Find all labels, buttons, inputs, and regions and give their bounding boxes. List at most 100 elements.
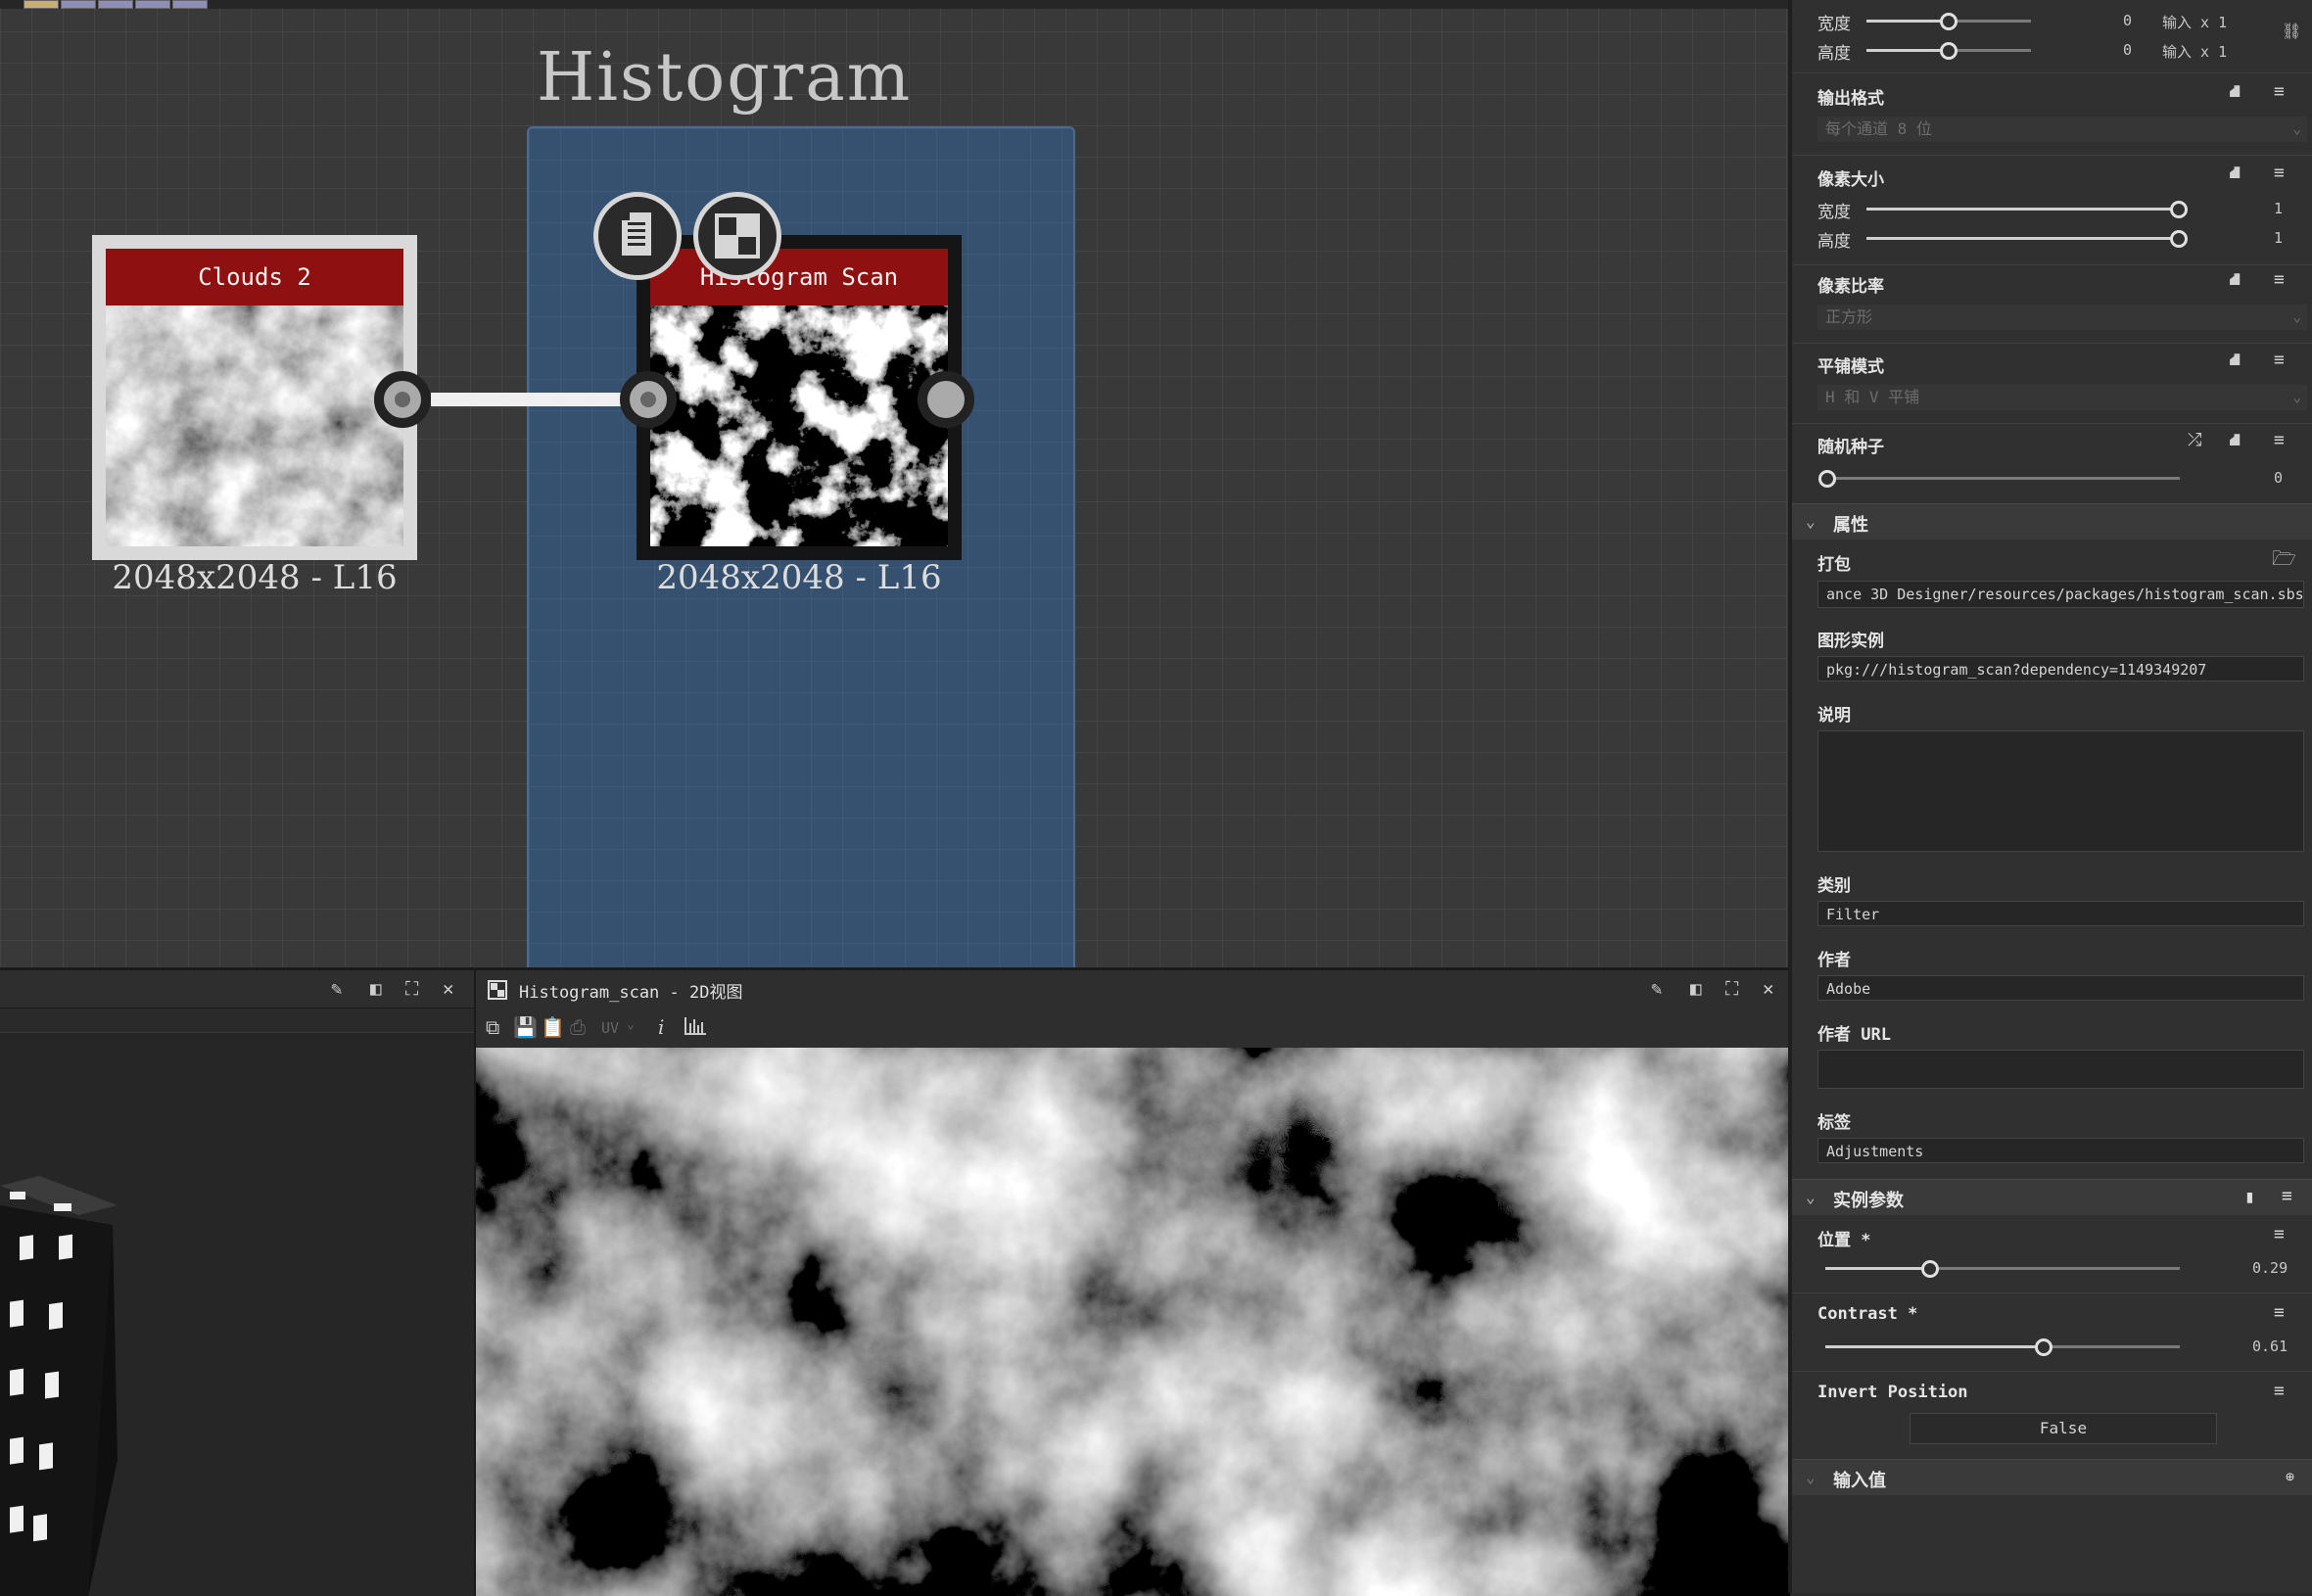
pixel-height-slider-handle[interactable] — [2170, 230, 2188, 248]
output-format-select[interactable]: 每个通道 8 位 ⌄ — [1817, 117, 2307, 142]
inputs-section-header[interactable]: ⌄ 输入值 ⊕ — [1792, 1459, 2312, 1495]
menu-icon[interactable]: ≡ — [2282, 1186, 2292, 1206]
menu-icon[interactable]: ≡ — [2274, 269, 2285, 290]
tiling-mode-select[interactable]: H 和 V 平铺 ⌄ — [1817, 385, 2307, 410]
random-seed-slider-handle[interactable] — [1818, 470, 1836, 488]
random-seed-label: 随机种子 — [1817, 438, 1884, 457]
graph-canvas[interactable]: Histogram Clouds 2 2048x2048 - L16 Histo… — [0, 0, 1788, 967]
2d-view-title: Histogram_scan - 2D视图 — [519, 983, 743, 1003]
chevron-down-icon[interactable]: ⌄ — [627, 1017, 635, 1032]
inherit-icon[interactable]: ⛘ — [2229, 350, 2241, 373]
tags-field[interactable]: Adjustments — [1817, 1138, 2304, 1163]
pixel-height-value[interactable]: 1 — [2274, 229, 2283, 247]
author-field[interactable]: Adobe — [1817, 975, 2304, 1001]
menu-icon[interactable]: ≡ — [2274, 1224, 2285, 1244]
position-label: 位置 * — [1817, 1231, 1871, 1250]
inherit-icon[interactable]: ⛘ — [2229, 269, 2241, 293]
histogram-icon[interactable] — [684, 1015, 707, 1041]
document-icon[interactable] — [593, 192, 682, 280]
input-socket[interactable] — [620, 371, 677, 428]
pixel-width-slider-handle[interactable] — [2170, 201, 2188, 218]
pixel-ratio-select[interactable]: 正方形 ⌄ — [1817, 305, 2307, 330]
width-value[interactable]: 0 — [2123, 12, 2132, 29]
menu-icon[interactable]: ≡ — [2274, 163, 2285, 183]
instance-params-section-header[interactable]: ⌄ 实例参数 ▮ ≡ — [1792, 1179, 2312, 1215]
random-seed-value[interactable]: 0 — [2274, 469, 2283, 487]
pixel-height-slider-track[interactable] — [1866, 237, 2178, 240]
2d-view-panel[interactable]: Histogram_scan - 2D视图 ✎ ◧ ⛶ ✕ ⧉ 💾 📋 ⎙ i … — [474, 967, 1790, 1596]
package-path-field[interactable]: ance 3D Designer/resources/packages/hist… — [1817, 581, 2304, 608]
random-seed-slider-track[interactable] — [1825, 477, 2180, 480]
connection-wire[interactable] — [431, 393, 648, 406]
export-icon[interactable]: ⎙ — [570, 1015, 586, 1039]
divider — [1792, 72, 2312, 73]
width-slider-handle[interactable] — [1940, 13, 1958, 30]
toolbar-swatch[interactable] — [172, 0, 208, 9]
info-icon[interactable]: i — [658, 1015, 664, 1039]
description-textarea[interactable] — [1817, 730, 2304, 852]
frame-title: Histogram — [537, 39, 913, 117]
copy-view-icon[interactable]: ⧉ — [486, 1015, 499, 1039]
folder-icon[interactable]: 🗁 — [2272, 544, 2296, 578]
instance-params-header-label: 实例参数 — [1833, 1191, 1904, 1211]
contrast-slider-handle[interactable] — [2034, 1338, 2052, 1356]
inherit-icon[interactable]: ⛘ — [2229, 430, 2241, 453]
height-value[interactable]: 0 — [2123, 41, 2132, 59]
position-slider-fill — [1825, 1267, 1928, 1270]
category-field[interactable]: Filter — [1817, 901, 2304, 926]
close-icon[interactable]: ✕ — [1763, 978, 1773, 1000]
maximize-icon[interactable]: ⛶ — [1725, 978, 1738, 1000]
close-icon[interactable]: ✕ — [443, 978, 453, 1000]
divider — [1792, 264, 2312, 265]
menu-icon[interactable]: ≡ — [2274, 1381, 2285, 1401]
preset-icon[interactable]: ▮ — [2244, 1187, 2255, 1207]
pin-icon[interactable]: ✎ — [331, 978, 342, 1000]
menu-icon[interactable]: ≡ — [2274, 1302, 2285, 1323]
pin-icon[interactable]: ✎ — [1651, 978, 1662, 1000]
clipboard-icon[interactable]: 📋 — [541, 1015, 565, 1039]
clouds-node[interactable]: Clouds 2 — [92, 235, 417, 560]
3d-view-panel[interactable]: ✎ ◧ ⛶ ✕ — [0, 967, 474, 1596]
author-url-field[interactable] — [1817, 1050, 2304, 1089]
chevron-down-icon: ⌄ — [1806, 1188, 1816, 1206]
divider — [1792, 343, 2312, 344]
float-icon[interactable]: ◧ — [1690, 978, 1701, 1000]
link-icon[interactable]: ⛓ — [2282, 22, 2301, 40]
add-icon[interactable]: ⊕ — [2286, 1468, 2294, 1485]
histogram-scan-node[interactable]: Histogram Scan — [637, 235, 962, 560]
height-slider-handle[interactable] — [1940, 42, 1958, 60]
save-icon[interactable]: 💾 — [513, 1015, 538, 1039]
toolbar-swatch[interactable] — [24, 0, 59, 9]
3d-cube-preview — [0, 1176, 118, 1596]
toolbar-swatch[interactable] — [98, 0, 133, 9]
pixel-width-value[interactable]: 1 — [2274, 200, 2283, 217]
inherit-icon[interactable]: ⛘ — [2229, 81, 2241, 105]
shuffle-icon[interactable]: ⤮ — [2188, 430, 2201, 450]
contrast-value[interactable]: 0.61 — [2252, 1338, 2288, 1355]
menu-icon[interactable]: ≡ — [2274, 430, 2285, 450]
divider — [1792, 1371, 2312, 1372]
pixel-height-label: 高度 — [1817, 232, 1851, 252]
top-toolbar-strip — [0, 0, 1788, 9]
position-value[interactable]: 0.29 — [2252, 1259, 2288, 1277]
inherit-icon[interactable]: ⛘ — [2229, 163, 2241, 186]
toolbar-swatch[interactable] — [61, 0, 96, 9]
output-socket[interactable] — [918, 371, 974, 428]
menu-icon[interactable]: ≡ — [2274, 350, 2285, 370]
invert-position-label: Invert Position — [1817, 1383, 1968, 1402]
maximize-icon[interactable]: ⛶ — [405, 978, 418, 1000]
attributes-section-header[interactable]: ⌄ 属性 — [1792, 503, 2312, 540]
graph-instance-field[interactable]: pkg:///histogram_scan?dependency=1149349… — [1817, 656, 2304, 681]
output-socket[interactable] — [374, 371, 431, 428]
toolbar-swatch[interactable] — [135, 0, 170, 9]
pixel-width-slider-track[interactable] — [1866, 208, 2178, 211]
invert-position-toggle[interactable]: False — [1910, 1413, 2217, 1444]
position-slider-handle[interactable] — [1920, 1260, 1939, 1278]
checker-preview-icon[interactable] — [693, 192, 781, 280]
histogram-scan-thumbnail — [650, 305, 948, 546]
uv-dropdown[interactable]: UV — [601, 1019, 619, 1037]
2d-view-image[interactable] — [476, 1048, 1790, 1596]
pixel-ratio-value: 正方形 — [1825, 307, 1873, 326]
menu-icon[interactable]: ≡ — [2274, 81, 2285, 102]
float-icon[interactable]: ◧ — [370, 978, 381, 1000]
